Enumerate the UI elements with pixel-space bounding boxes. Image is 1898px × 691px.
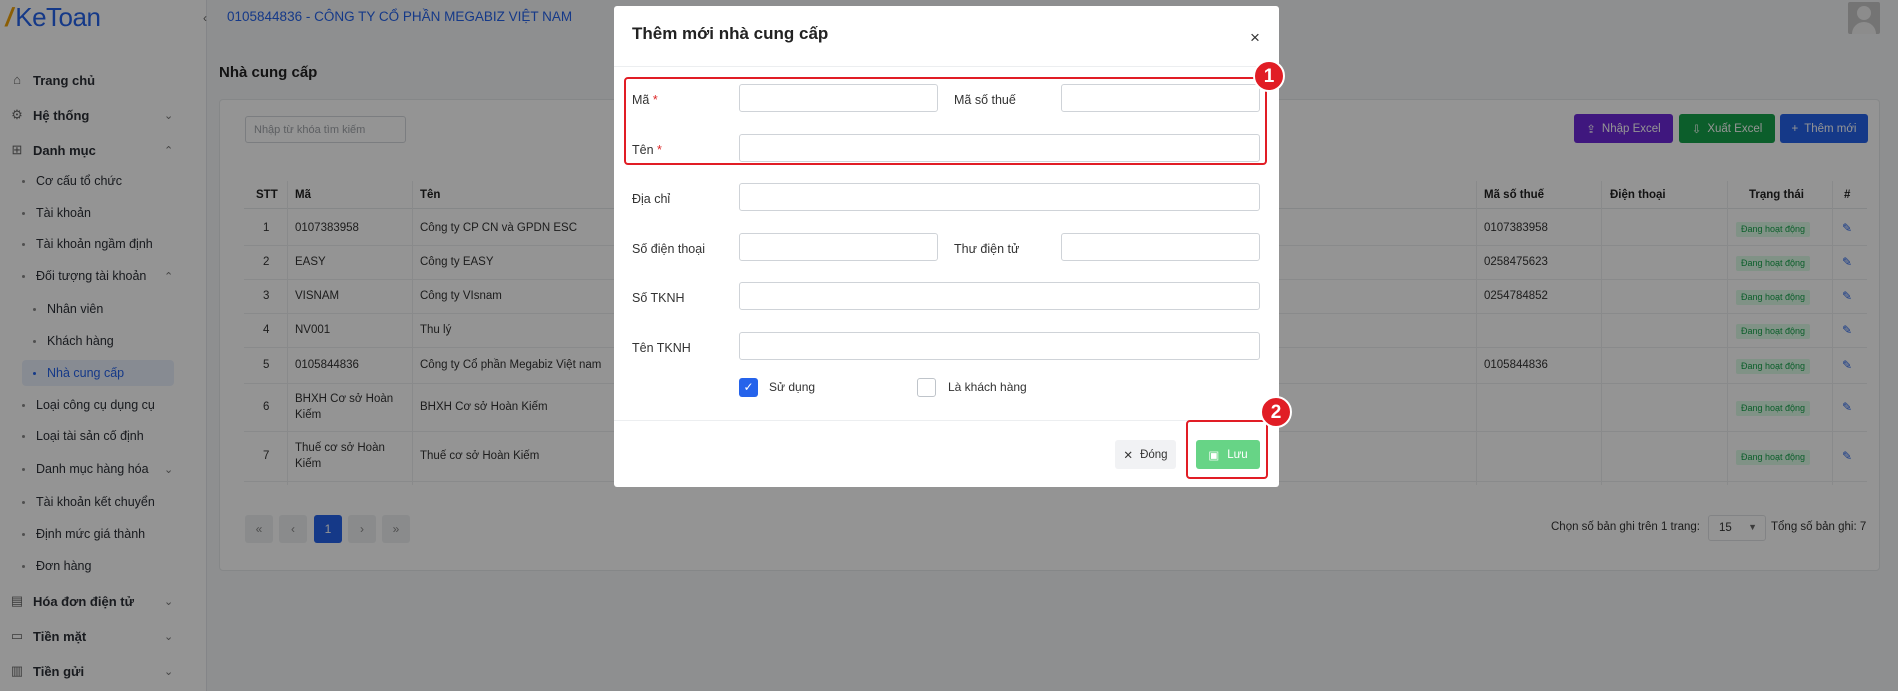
- address-input[interactable]: [739, 183, 1260, 211]
- email-input[interactable]: [1061, 233, 1260, 261]
- phone-input[interactable]: [739, 233, 938, 261]
- su-dung-label: Sử dụng: [769, 380, 816, 394]
- divider: [614, 420, 1279, 421]
- x-icon: ✕: [1123, 449, 1134, 462]
- field-label-dia-chi: Địa chỉ: [632, 192, 671, 206]
- button-label: Đóng: [1140, 448, 1168, 461]
- field-label-email: Thư điện tử: [954, 242, 1020, 256]
- field-label-ten-tknh: Tên TKNH: [632, 341, 691, 355]
- highlight-box-save: [1186, 420, 1268, 479]
- field-label-sdt: Số điện thoại: [632, 242, 705, 256]
- bank-account-number-input[interactable]: [739, 282, 1260, 310]
- la-khach-hang-checkbox[interactable]: [917, 378, 936, 397]
- close-icon[interactable]: ×: [1250, 28, 1260, 48]
- su-dung-checkbox[interactable]: ✓: [739, 378, 758, 397]
- la-khach-hang-label: Là khách hàng: [948, 380, 1027, 394]
- close-button[interactable]: ✕ Đóng: [1115, 440, 1176, 469]
- annotation-marker-2: 2: [1260, 396, 1292, 428]
- highlight-box-required-fields: [624, 77, 1267, 165]
- check-icon: ✓: [743, 380, 754, 394]
- divider: [614, 66, 1279, 67]
- bank-account-name-input[interactable]: [739, 332, 1260, 360]
- field-label-so-tknh: Số TKNH: [632, 291, 685, 305]
- modal-title: Thêm mới nhà cung cấp: [632, 24, 829, 43]
- annotation-marker-1: 1: [1253, 60, 1285, 92]
